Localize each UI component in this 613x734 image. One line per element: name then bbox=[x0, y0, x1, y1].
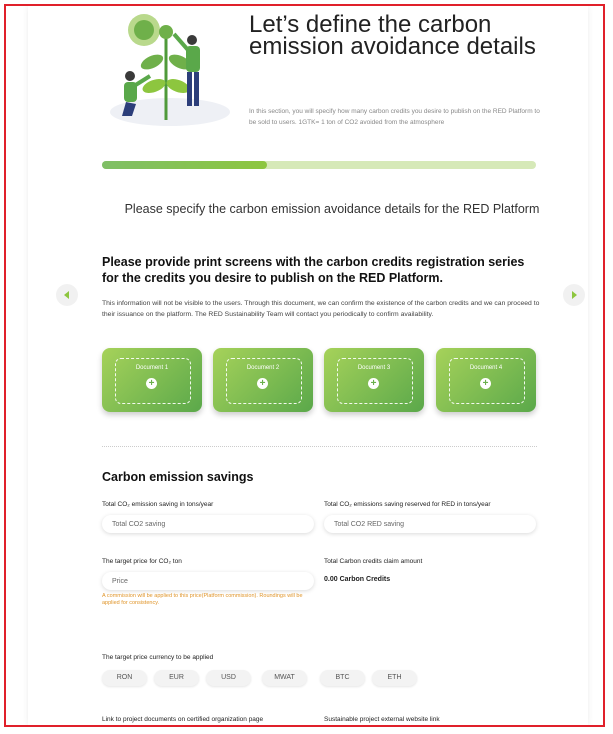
screenshot-frame: Let’s define the carbon emission avoidan… bbox=[4, 4, 605, 727]
document-upload-list: Document 1 + Document 2 + Document 3 + D… bbox=[102, 348, 537, 412]
plus-icon: + bbox=[146, 378, 157, 389]
plus-icon: + bbox=[368, 378, 379, 389]
hero-illustration bbox=[110, 14, 230, 126]
claim-amount-label: Total Carbon credits claim amount bbox=[324, 558, 423, 565]
currency-option-ron[interactable]: RON bbox=[102, 670, 147, 686]
plus-icon: + bbox=[257, 378, 268, 389]
external-website-link-label: Sustainable project external website lin… bbox=[324, 716, 440, 723]
currency-options: RON EUR USD MWAT BTC ETH bbox=[102, 670, 432, 686]
progress-bar bbox=[102, 161, 536, 169]
currency-option-mwat[interactable]: MWAT bbox=[262, 670, 307, 686]
document-label: Document 2 bbox=[246, 365, 280, 371]
reserved-saving-label: Total CO₂ emissions saving reserved for … bbox=[324, 501, 491, 508]
print-screens-title: Please provide print screens with the ca… bbox=[102, 255, 525, 285]
target-price-label: The target price for CO₂ ton bbox=[102, 558, 182, 565]
document-upload-2[interactable]: Document 2 + bbox=[213, 348, 313, 412]
currency-option-eur[interactable]: EUR bbox=[154, 670, 199, 686]
document-upload-3[interactable]: Document 3 + bbox=[324, 348, 424, 412]
document-label: Document 4 bbox=[469, 365, 503, 371]
document-label: Document 1 bbox=[135, 365, 169, 371]
savings-section-title: Carbon emission savings bbox=[102, 470, 254, 484]
progress-fill bbox=[102, 161, 267, 169]
intro-text: In this section, you will specify how ma… bbox=[249, 108, 540, 126]
claim-amount-value: 0.00 Carbon Credits bbox=[324, 576, 391, 583]
document-label: Document 3 bbox=[357, 365, 391, 371]
document-upload-1[interactable]: Document 1 + bbox=[102, 348, 202, 412]
project-documents-link-label: Link to project documents on certified o… bbox=[102, 716, 264, 723]
total-saving-input[interactable]: Total CO2 saving bbox=[102, 515, 314, 533]
print-screens-description: This information will not be visible to … bbox=[102, 300, 540, 318]
total-saving-label: Total CO₂ emission saving in tons/year bbox=[102, 501, 214, 508]
currency-option-eth[interactable]: ETH bbox=[372, 670, 417, 686]
commission-note: A commission will be applied to this pri… bbox=[102, 593, 303, 606]
section-divider bbox=[102, 446, 537, 447]
document-upload-4[interactable]: Document 4 + bbox=[436, 348, 536, 412]
next-button[interactable] bbox=[563, 284, 585, 306]
page-title: Let’s define the carbon emission avoidan… bbox=[249, 11, 536, 60]
chevron-right-icon bbox=[572, 291, 577, 299]
chevron-left-icon bbox=[64, 291, 69, 299]
plus-icon: + bbox=[480, 378, 491, 389]
previous-button[interactable] bbox=[56, 284, 78, 306]
currency-option-btc[interactable]: BTC bbox=[320, 670, 365, 686]
reserved-saving-input[interactable]: Total CO2 RED saving bbox=[324, 515, 536, 533]
step-subtitle: Please specify the carbon emission avoid… bbox=[124, 202, 540, 216]
currency-option-usd[interactable]: USD bbox=[206, 670, 251, 686]
currency-label: The target price currency to be applied bbox=[102, 654, 214, 661]
target-price-input[interactable]: Price bbox=[102, 572, 314, 590]
